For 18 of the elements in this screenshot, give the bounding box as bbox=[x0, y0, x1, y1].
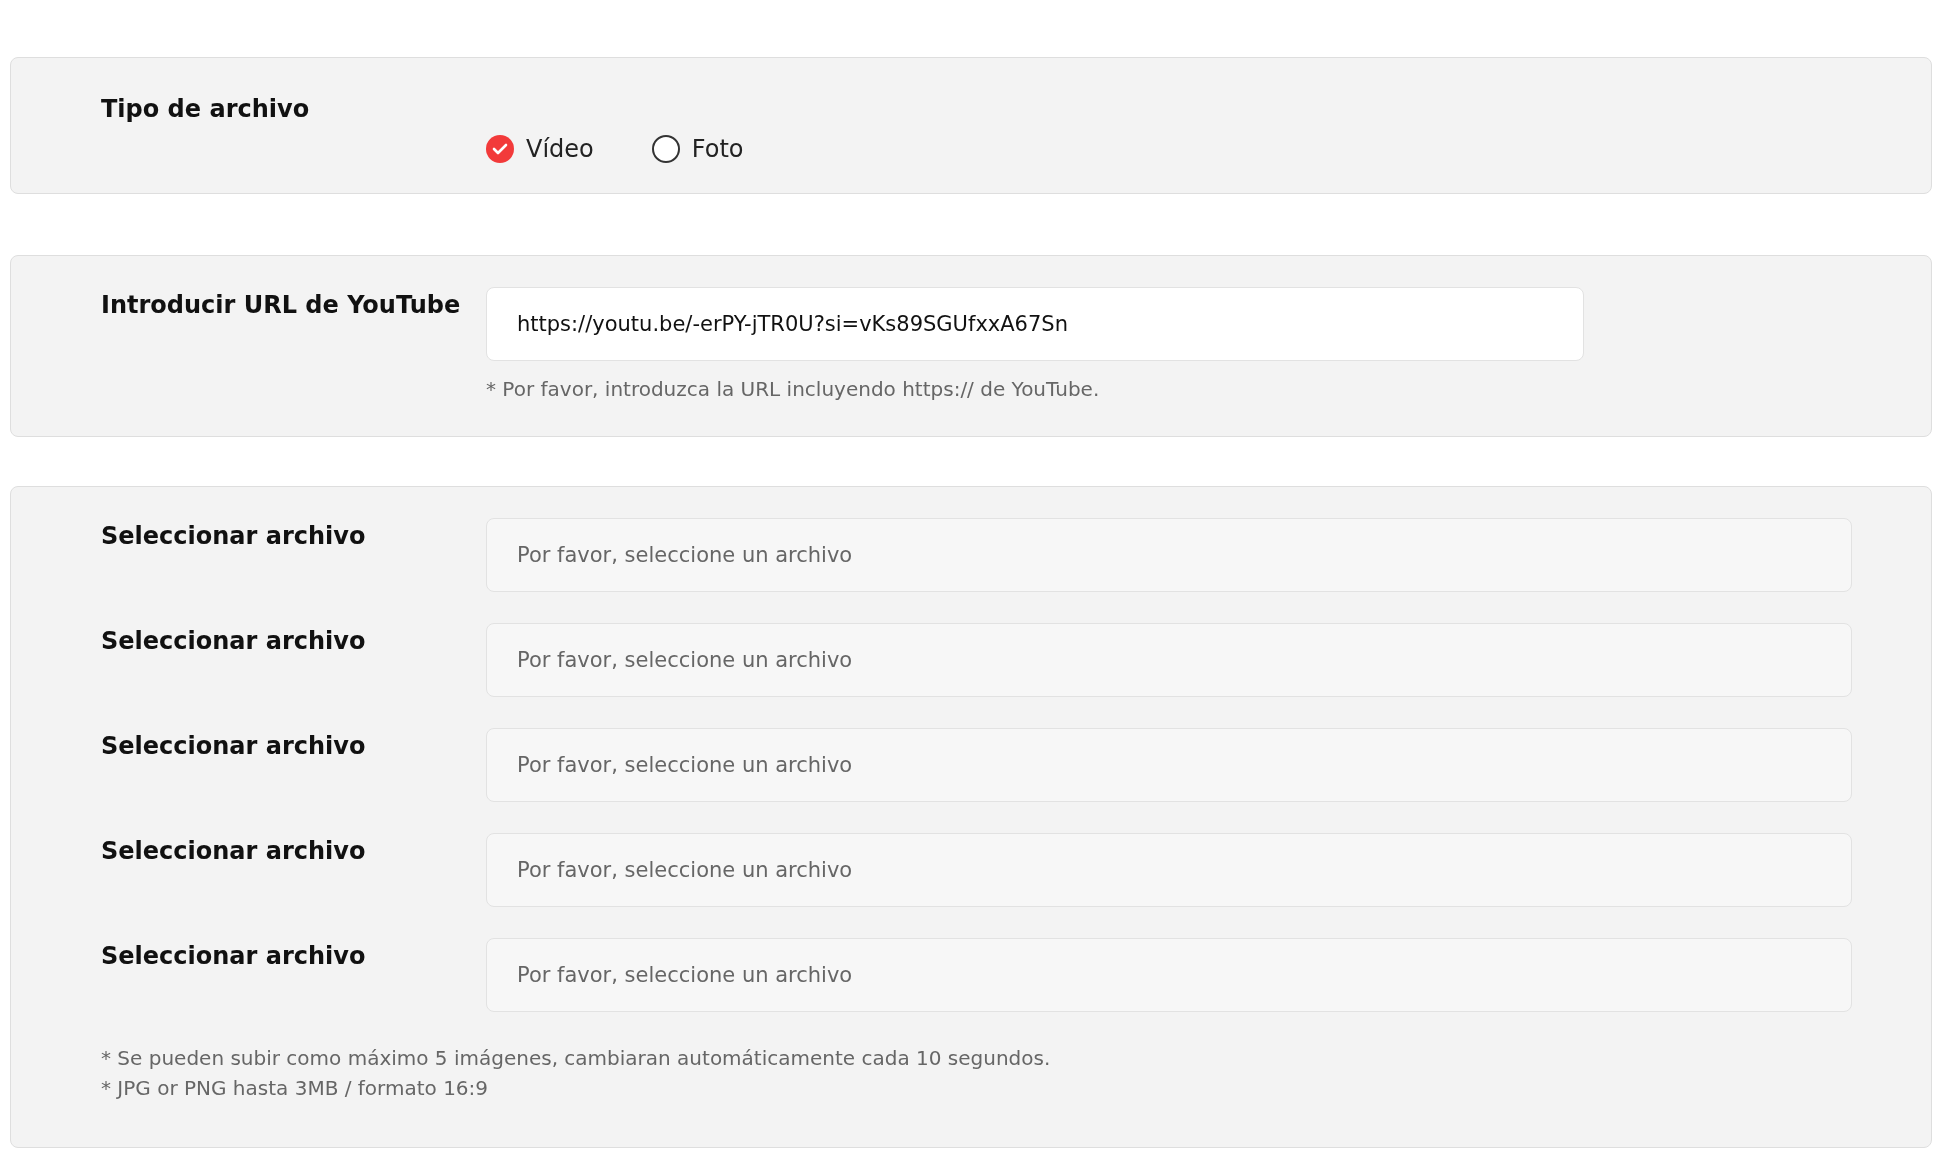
url-input[interactable]: https://youtu.be/-erPY-jTR0U?si=vKs89SGUfxxA67Sn bbox=[486, 287, 1584, 361]
file-input[interactable]: Por favor, seleccione un archivo bbox=[486, 623, 1852, 697]
note-text: * Se pueden subir como máximo 5 imágenes, cambiaran automáticamente cada 10 segundos. bbox=[101, 1045, 1052, 1072]
file-input[interactable]: Por favor, seleccione un archivo bbox=[486, 938, 1852, 1012]
file-input[interactable]: Por favor, seleccione un archivo bbox=[486, 833, 1852, 907]
field-label: Seleccionar archivo bbox=[101, 731, 367, 762]
hint-text: * Por favor, introduzca la URL incluyendo https:// de YouTube. bbox=[486, 377, 1101, 401]
note-text: * JPG or PNG hasta 3MB / formato 16:9 bbox=[101, 1075, 490, 1102]
field-label: Seleccionar archivo bbox=[101, 626, 367, 657]
field-label: Seleccionar archivo bbox=[101, 521, 367, 552]
field-label: Tipo de archivo bbox=[101, 94, 311, 125]
radio-option[interactable]: Vídeo bbox=[486, 105, 594, 193]
field-label: Seleccionar archivo bbox=[101, 941, 367, 972]
radio-option[interactable]: Foto bbox=[651, 105, 744, 193]
field-label: Seleccionar archivo bbox=[101, 836, 367, 867]
file-input[interactable]: Por favor, seleccione un archivo bbox=[486, 518, 1852, 592]
file-input[interactable]: Por favor, seleccione un archivo bbox=[486, 728, 1852, 802]
field-label: Introducir URL de YouTube bbox=[101, 290, 462, 321]
